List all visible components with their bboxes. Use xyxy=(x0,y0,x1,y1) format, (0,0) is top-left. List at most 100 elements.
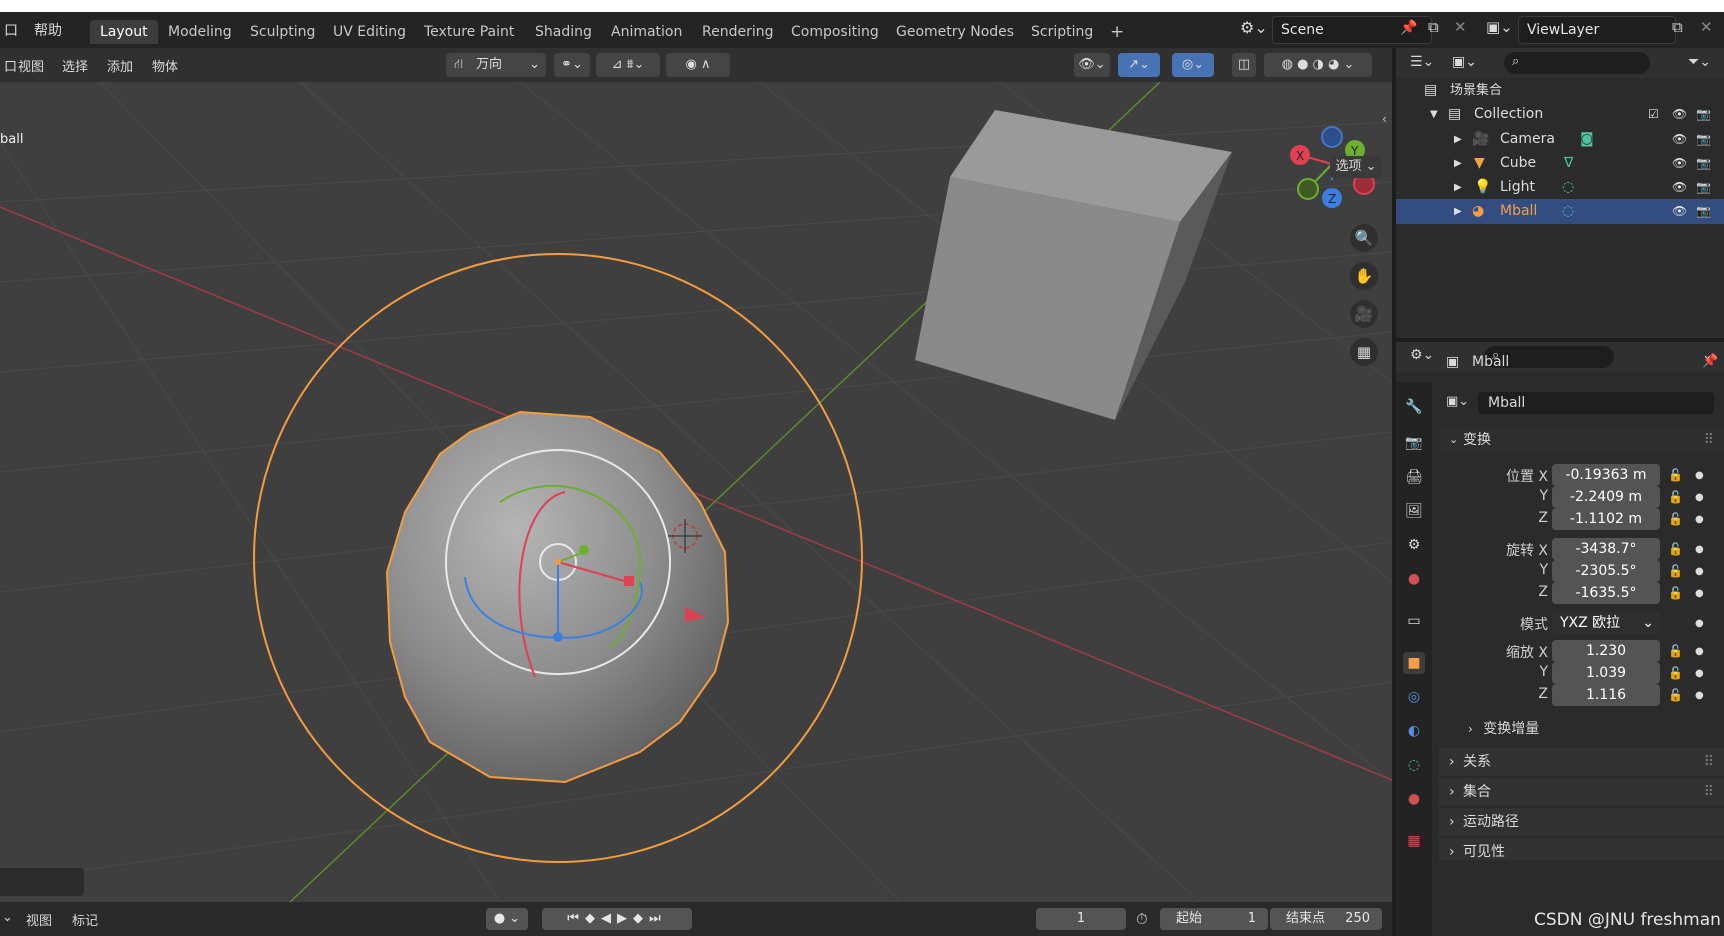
keyframe-record-button[interactable]: ● ⌄ xyxy=(486,908,528,930)
scene-selector-icon[interactable]: ⚙⌄ xyxy=(1240,18,1268,37)
object-type-icon[interactable]: ▣⌄ xyxy=(1446,394,1469,409)
delete-view-layer-icon[interactable]: ✕ xyxy=(1700,18,1713,36)
drag-handle-icon[interactable]: ⠿ xyxy=(1704,748,1714,776)
eye-icon[interactable]: 👁 xyxy=(1672,127,1687,152)
add-workspace-button[interactable]: + xyxy=(1100,20,1134,44)
scene-tab-icon[interactable]: ⚙ xyxy=(1403,534,1425,556)
rotation-x-field[interactable]: -3438.7° xyxy=(1552,538,1660,560)
rotation-y-field[interactable]: -2305.5° xyxy=(1552,560,1660,582)
object-name-field[interactable]: Mball xyxy=(1478,392,1714,414)
location-y-field[interactable]: -2.2409 m xyxy=(1552,486,1660,508)
lock-icon[interactable]: 🔓 xyxy=(1668,688,1683,702)
start-frame-field[interactable]: 起始 1 xyxy=(1160,908,1268,930)
visibility-button[interactable]: 👁⌄ xyxy=(1074,53,1110,77)
camera-data-icon[interactable]: ◙ xyxy=(1580,127,1594,152)
tool-tab-icon[interactable]: 🔧 xyxy=(1403,396,1425,418)
lock-icon[interactable]: 🔓 xyxy=(1668,666,1683,680)
3d-viewport[interactable]: Y X Z ball 选项 ⌄ ‹ 🔍 ✋ 🎥 ▦ xyxy=(0,82,1392,902)
viewport-options-button[interactable]: 选项 ⌄ xyxy=(1330,156,1382,178)
lock-icon[interactable]: 🔓 xyxy=(1668,542,1683,556)
tab-modeling[interactable]: Modeling xyxy=(158,20,242,44)
physics-tab-icon[interactable]: ◐ xyxy=(1403,720,1425,742)
eye-icon[interactable]: 👁 xyxy=(1672,199,1687,224)
checkbox-icon[interactable]: ☑ xyxy=(1648,102,1659,127)
view-layer-field[interactable]: ViewLayer xyxy=(1518,16,1676,44)
keyframe-dot-icon[interactable]: ● xyxy=(1695,690,1704,701)
lock-icon[interactable]: 🔓 xyxy=(1668,468,1683,482)
snap-button[interactable]: ⊿ ⩩⌄ xyxy=(596,53,660,77)
gizmo-button[interactable]: ↗⌄ xyxy=(1118,53,1160,77)
expand-arrow-icon[interactable]: ▶ xyxy=(1454,199,1462,224)
tab-layout[interactable]: Layout xyxy=(90,20,158,44)
pivot-point-button[interactable]: ⚭⌄ xyxy=(554,53,590,77)
timeline-menu-marker[interactable]: 标记 xyxy=(72,910,98,929)
camera-render-icon[interactable]: 📷 xyxy=(1696,127,1711,152)
expand-arrow-icon[interactable]: ▶ xyxy=(1454,175,1462,200)
keyframe-dot-icon[interactable]: ● xyxy=(1695,566,1704,577)
keyframe-dot-icon[interactable]: ● xyxy=(1695,544,1704,555)
timeline-menu-view[interactable]: 视图 xyxy=(26,910,52,929)
keyframe-dot-icon[interactable]: ● xyxy=(1695,646,1704,657)
keyframe-dot-icon[interactable]: ● xyxy=(1695,492,1704,503)
view-layer-selector-icon[interactable]: ▣⌄ xyxy=(1486,18,1513,36)
outliner-row-light[interactable]: ▶ 💡 Light ◌ 👁 📷 xyxy=(1396,175,1724,200)
proportional-editing-button[interactable]: ◉ ∧ xyxy=(666,53,730,77)
lock-icon[interactable]: 🔓 xyxy=(1668,490,1683,504)
expand-arrow-icon[interactable]: ▶ xyxy=(1454,151,1462,176)
current-frame-field[interactable]: 1 xyxy=(1036,908,1126,930)
playback-controls[interactable]: ⏮◆◀▶◆⏭ xyxy=(542,908,692,930)
tab-shading[interactable]: Shading xyxy=(525,20,602,44)
display-mode-icon[interactable]: ▣⌄ xyxy=(1452,54,1477,70)
outliner-row-scene-collection[interactable]: ▤ 场景集合 xyxy=(1396,78,1724,103)
sidebar-toggle-icon[interactable]: ‹ xyxy=(1382,112,1387,126)
new-scene-icon[interactable]: ⧉ xyxy=(1428,18,1439,36)
location-z-field[interactable]: -1.1102 m xyxy=(1552,508,1660,530)
eye-icon[interactable]: 👁 xyxy=(1672,175,1687,200)
camera-render-icon[interactable]: 📷 xyxy=(1696,151,1711,176)
keyframe-dot-icon[interactable]: ● xyxy=(1695,588,1704,599)
menu-help[interactable]: 帮助 xyxy=(34,20,62,40)
menu-view[interactable]: 视图 xyxy=(18,56,44,75)
transform-orientation-dropdown[interactable]: ⛙ 万向 ⌄ xyxy=(446,53,546,77)
menu-window-icon[interactable]: 口 xyxy=(4,20,18,40)
relations-panel-header[interactable]: › 关系 ⠿ xyxy=(1439,748,1724,776)
outliner-row-collection[interactable]: ▼ ▤ Collection ☑ 👁 📷 xyxy=(1396,102,1724,127)
rotation-z-field[interactable]: -1635.5° xyxy=(1552,582,1660,604)
pin-icon[interactable]: 📌 xyxy=(1400,20,1417,36)
lock-icon[interactable]: 🔓 xyxy=(1668,564,1683,578)
mesh-data-icon[interactable]: ∇ xyxy=(1564,151,1573,176)
world-tab-icon[interactable]: ● xyxy=(1403,568,1425,590)
material-tab-icon[interactable]: ● xyxy=(1403,788,1425,810)
tab-animation[interactable]: Animation xyxy=(601,20,692,44)
drag-handle-icon[interactable]: ⠿ xyxy=(1704,778,1714,806)
scale-y-field[interactable]: 1.039 xyxy=(1552,662,1660,684)
perspective-grid-icon[interactable]: ▦ xyxy=(1350,338,1378,366)
xray-button[interactable]: ◫ xyxy=(1232,53,1256,77)
outliner-row-camera[interactable]: ▶ 🎥 Camera ◙ 👁 📷 xyxy=(1396,127,1724,152)
camera-render-icon[interactable]: 📷 xyxy=(1696,199,1711,224)
delete-scene-icon[interactable]: ✕ xyxy=(1454,18,1467,36)
shading-modes[interactable]: ◍ ● ◑ ◕ ⌄ xyxy=(1264,53,1372,77)
object-tab-icon[interactable]: ■ xyxy=(1403,652,1425,674)
menu-add[interactable]: 添加 xyxy=(107,56,133,75)
camera-render-icon[interactable]: 📷 xyxy=(1696,175,1711,200)
eye-icon[interactable]: 👁 xyxy=(1672,102,1687,127)
menu-object[interactable]: 物体 xyxy=(152,56,178,75)
light-data-icon[interactable]: ◌ xyxy=(1562,175,1574,200)
timer-icon[interactable]: ⏱ xyxy=(1136,910,1148,928)
view-layer-tab-icon[interactable]: 🖼 xyxy=(1403,500,1425,522)
rotation-mode-dropdown[interactable]: YXZ 欧拉 ⌄ xyxy=(1552,612,1660,634)
outliner-row-mball[interactable]: ▶ ◕ Mball ◌ 👁 📷 xyxy=(1396,199,1724,224)
tab-texture-paint[interactable]: Texture Paint xyxy=(414,20,524,44)
modifier-tab-icon[interactable]: ◎ xyxy=(1403,686,1425,708)
overlays-button[interactable]: ◎⌄ xyxy=(1172,53,1214,77)
lock-icon[interactable]: 🔓 xyxy=(1668,512,1683,526)
collection-tab-icon[interactable]: ▭ xyxy=(1403,610,1425,632)
scale-x-field[interactable]: 1.230 xyxy=(1552,640,1660,662)
zoom-icon[interactable]: 🔍 xyxy=(1350,224,1378,252)
collections-panel-header[interactable]: › 集合 ⠿ xyxy=(1439,778,1724,806)
location-x-field[interactable]: -0.19363 m xyxy=(1552,464,1660,486)
keyframe-dot-icon[interactable]: ● xyxy=(1695,470,1704,481)
tab-geometry-nodes[interactable]: Geometry Nodes xyxy=(886,20,1024,44)
motion-paths-panel-header[interactable]: › 运动路径 xyxy=(1439,808,1724,836)
